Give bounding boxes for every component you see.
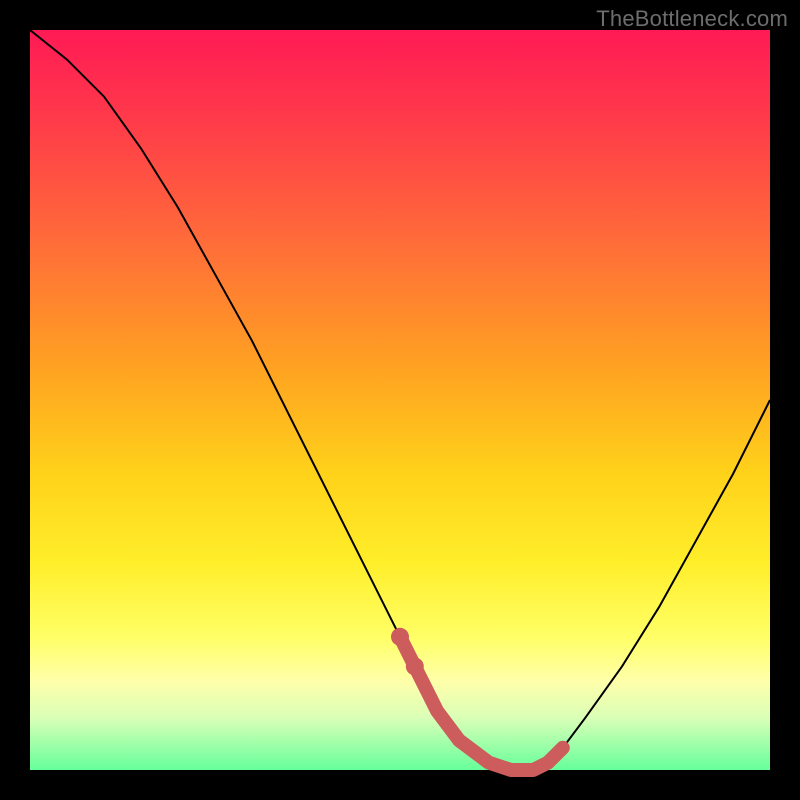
watermark-label: TheBottleneck.com <box>596 6 788 32</box>
highlight-dot <box>406 657 424 675</box>
chart-overlay <box>30 30 770 770</box>
bottleneck-curve <box>30 30 770 770</box>
highlight-dot <box>391 628 409 646</box>
highlight-segment <box>400 637 563 770</box>
chart-stage: TheBottleneck.com <box>0 0 800 800</box>
